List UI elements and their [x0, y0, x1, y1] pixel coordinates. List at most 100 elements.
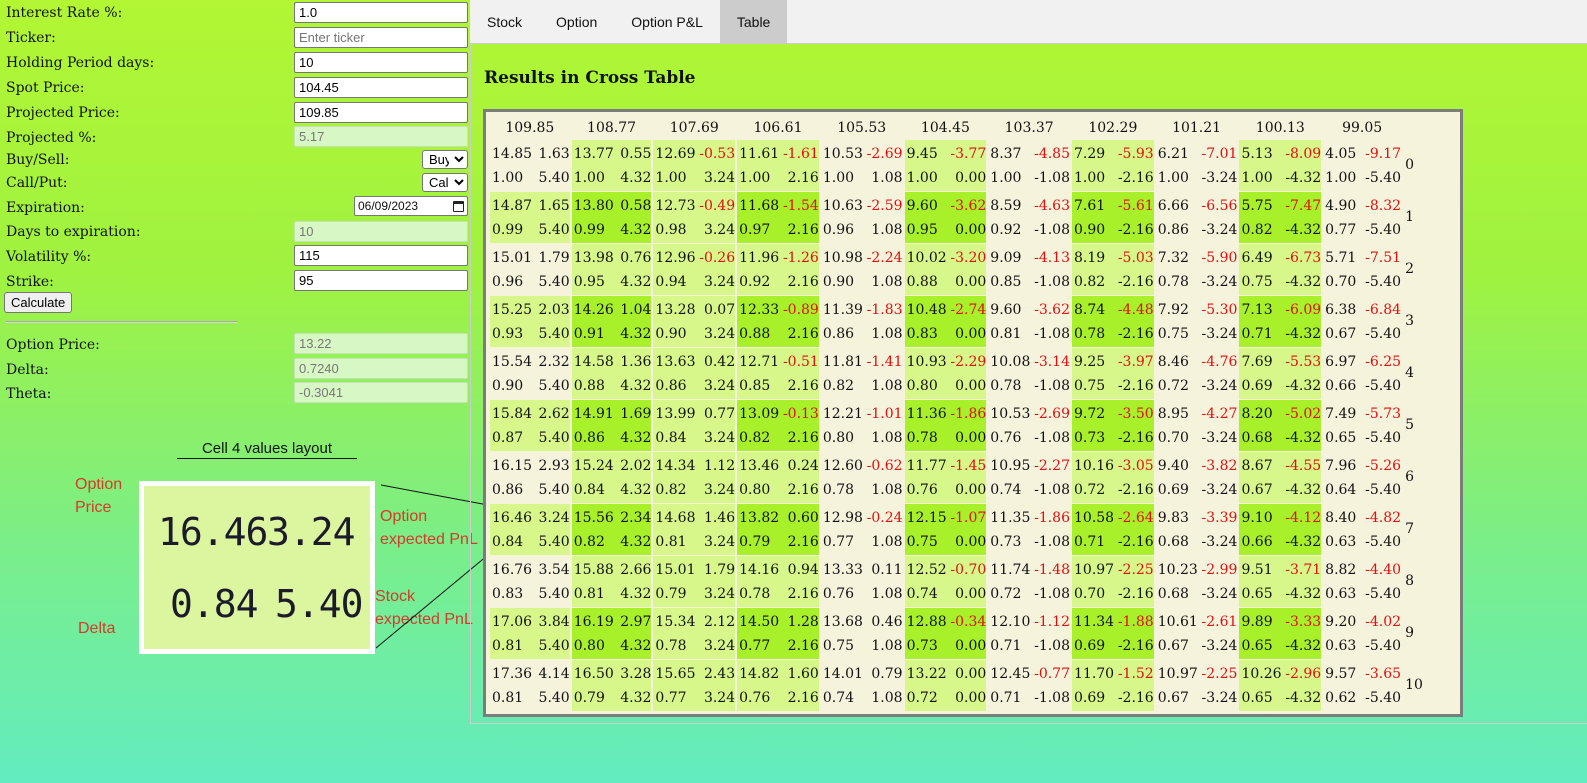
cell-top-line: 8.20 -5.02	[1241, 402, 1321, 426]
interest-rate-input[interactable]	[294, 2, 468, 23]
option-pnl-value: -1.26	[782, 249, 819, 266]
table-cell: 4.90 -8.32 0.77 -5.40	[1323, 191, 1402, 243]
table-cell: 12.73 -0.49 0.98 3.24	[653, 191, 736, 243]
option-pnl-value: -2.99	[1201, 561, 1238, 578]
expiration-date-input[interactable]: 06/09/2023	[354, 196, 468, 216]
option-price-value: 12.15	[906, 509, 947, 526]
table-cell: 5.13 -8.09 1.00 -4.32	[1239, 139, 1322, 191]
option-pnl-value: -1.48	[1034, 561, 1070, 578]
tab-stock[interactable]: Stock	[470, 0, 539, 44]
holding-period-input[interactable]	[294, 52, 468, 73]
option-pnl-value: -0.34	[950, 613, 987, 630]
cell-top-line: 9.09 -4.13	[990, 246, 1070, 270]
delta-value: 0.81	[573, 585, 605, 602]
volatility-input[interactable]	[294, 245, 468, 266]
delta-value: 0.75	[1241, 273, 1273, 290]
projected-price-input[interactable]	[294, 102, 468, 123]
table-cell: 13.99 0.77 0.84 3.24	[653, 399, 736, 451]
cell-top-line: 10.61 -2.61	[1158, 610, 1238, 634]
stock-pnl-value: -2.16	[1117, 533, 1154, 550]
delta-value: 0.90	[655, 325, 687, 342]
cell-top-line: 11.36 -1.86	[907, 402, 987, 426]
cell-bottom-line: 0.71 -2.16	[1074, 530, 1154, 554]
option-price-field	[294, 333, 468, 354]
delta-value: 0.99	[492, 221, 524, 238]
cell-bottom-line: 1.00 0.00	[907, 166, 987, 190]
delta-value: 0.72	[1074, 481, 1106, 498]
interest-rate-label: Interest Rate %:	[6, 5, 123, 21]
delta-label: Delta:	[6, 362, 49, 378]
stock-pnl-value: -2.16	[1117, 637, 1154, 654]
column-header: 109.85	[505, 120, 555, 136]
cell-top-line: 12.21 -1.01	[823, 402, 903, 426]
table-cell: 15.65 2.43 0.77 3.24	[653, 659, 736, 711]
cell-bottom-line: 0.90 1.08	[823, 270, 903, 294]
option-pnl-value: -0.77	[1034, 665, 1070, 682]
option-pnl-value: 0.11	[871, 561, 903, 578]
cell-bottom-line: 0.69 -2.16	[1074, 634, 1154, 658]
stock-pnl-value: 0.00	[955, 481, 987, 498]
calendar-icon[interactable]	[453, 200, 464, 212]
tab-option[interactable]: Option	[539, 0, 614, 44]
delta-value: 0.66	[1325, 377, 1357, 394]
option-pnl-value: -1.86	[950, 405, 987, 422]
option-pnl-value: 0.55	[620, 145, 652, 162]
cell-bottom-line: 0.73 -1.08	[990, 530, 1070, 554]
option-price-value: 10.26	[1241, 665, 1282, 682]
cell-bottom-line: 0.94 3.24	[655, 270, 735, 294]
stock-pnl-value: -1.08	[1034, 637, 1070, 654]
row-index: 8	[1405, 573, 1414, 589]
table-cell: 5.71 -7.51 0.70 -5.40	[1323, 243, 1402, 295]
table-cell: 12.15 -1.07 0.75 0.00	[904, 503, 987, 555]
option-pnl-value: -1.88	[1117, 613, 1154, 630]
option-price-value: 16.15	[492, 457, 533, 474]
cell-bottom-line: 0.79 2.16	[739, 530, 819, 554]
stock-pnl-value: -4.32	[1285, 429, 1322, 446]
option-price-value: 16.19	[573, 613, 614, 630]
option-price-value: 7.29	[1074, 145, 1106, 162]
delta-value: 0.76	[739, 689, 771, 706]
delta-value: 0.71	[1241, 325, 1273, 342]
ticker-input[interactable]	[294, 27, 468, 48]
tab-table[interactable]: Table	[719, 0, 788, 44]
call-put-select[interactable]: Call	[422, 173, 468, 192]
cell-bottom-line: 0.84 4.32	[574, 478, 652, 502]
option-price-value: 10.95	[990, 457, 1031, 474]
table-cell: 7.29 -5.93 1.00 -2.16	[1072, 139, 1154, 191]
option-pnl-value: -6.56	[1201, 197, 1238, 214]
option-pnl-value: -5.26	[1365, 457, 1402, 474]
option-price-value: 9.57	[1325, 665, 1357, 682]
delta-value: 0.76	[822, 585, 855, 602]
calculate-button[interactable]: Calculate	[4, 292, 73, 313]
stock-pnl-value: 5.40	[538, 377, 570, 394]
cell-bottom-line: 0.83 0.00	[907, 322, 987, 346]
option-price-value: 9.10	[1241, 509, 1273, 526]
delta-value: 0.92	[990, 221, 1022, 238]
cell-bottom-line: 0.74 0.00	[907, 582, 987, 606]
spot-price-input[interactable]	[294, 77, 468, 98]
stock-pnl-value: 5.40	[538, 429, 570, 446]
option-price-value: 12.73	[655, 197, 696, 214]
cell-top-line: 4.90 -8.32	[1325, 194, 1401, 218]
cell-bottom-line: 0.92 2.16	[739, 270, 819, 294]
cell-bottom-line: 0.79 3.24	[655, 582, 735, 606]
option-price-value: 14.85	[492, 145, 533, 162]
cell-top-line: 9.60 -3.62	[907, 194, 987, 218]
cell-bottom-line: 0.80 1.08	[823, 426, 903, 450]
option-pnl-value: 1.63	[538, 145, 570, 162]
buy-sell-select[interactable]: Buy	[422, 150, 468, 169]
table-cell: 11.36 -1.86 0.78 0.00	[904, 399, 987, 451]
delta-value: 0.69	[1074, 637, 1106, 654]
table-cell: 10.95 -2.27 0.74 -1.08	[988, 451, 1070, 503]
table-cell: 12.21 -1.01 0.80 1.08	[820, 399, 903, 451]
table-cell: 11.39 -1.83 0.86 1.08	[820, 295, 903, 347]
cell-bottom-line: 0.88 4.32	[574, 374, 652, 398]
cell-bottom-line: 0.84 5.40	[492, 530, 570, 554]
stock-pnl-value: -2.16	[1117, 273, 1154, 290]
table-cell: 7.92 -5.30 0.75 -3.24	[1155, 295, 1238, 347]
option-pnl-value: -6.25	[1365, 353, 1402, 370]
tab-option-pnl[interactable]: Option P&L	[614, 0, 720, 44]
option-pnl-value: 1.79	[703, 561, 736, 578]
strike-input[interactable]	[294, 270, 468, 291]
option-price-value: 8.40	[1325, 509, 1357, 526]
